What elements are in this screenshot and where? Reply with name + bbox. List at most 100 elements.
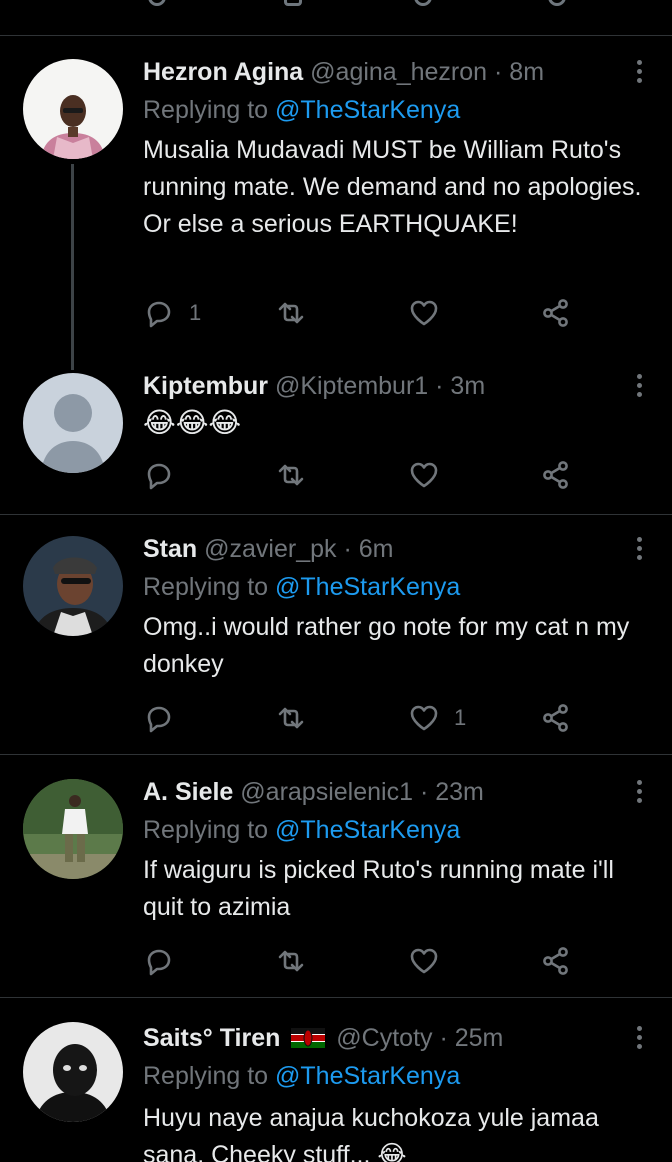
retweet-icon <box>278 464 304 486</box>
like-icon[interactable] <box>414 0 432 6</box>
action-bar: 1 <box>143 701 583 735</box>
mention-link[interactable]: @TheStarKenya <box>275 1062 460 1090</box>
user-handle[interactable]: @Cytoty <box>336 1024 432 1052</box>
avatar[interactable] <box>23 59 123 159</box>
thread-line <box>71 164 74 370</box>
replying-to-label: Replying to <box>143 573 276 601</box>
more-icon[interactable] <box>636 60 642 84</box>
mention-link[interactable]: @TheStarKenya <box>275 573 460 601</box>
like-button[interactable]: 1 <box>408 701 466 735</box>
mention-link[interactable]: @TheStarKenya <box>275 816 460 844</box>
tweet-saits[interactable]: Saits° Tiren @Cytoty · 25m Replying to @… <box>0 1022 672 1162</box>
like-icon <box>410 462 438 488</box>
replying-to-label: Replying to <box>143 816 276 844</box>
tweet-text: Musalia Mudavadi MUST be William Ruto's … <box>143 136 642 238</box>
replying-to-label: Replying to <box>143 96 276 124</box>
timestamp[interactable]: 23m <box>435 778 484 806</box>
share-button[interactable] <box>540 296 572 330</box>
user-handle[interactable]: @Kiptembur1 <box>275 372 428 400</box>
tweet-text: Huyu naye anajua kuchokoza yule jamaa sa… <box>143 1104 599 1162</box>
share-icon <box>543 461 568 489</box>
share-icon <box>543 947 568 975</box>
like-count: 1 <box>454 705 467 730</box>
like-icon <box>410 948 438 974</box>
action-bar: 1 <box>143 296 583 330</box>
retweet-icon <box>278 302 304 324</box>
separator-dot: · <box>435 372 444 400</box>
share-icon <box>543 704 568 732</box>
timestamp[interactable]: 25m <box>455 1024 504 1052</box>
reply-count: 1 <box>189 300 202 325</box>
tweet-header: A. Siele @arapsielenic1 · 23m <box>143 776 484 808</box>
tweet-stan[interactable]: Stan @zavier_pk · 6m Replying to @TheSta… <box>0 533 672 755</box>
tweet-text: If waiguru is picked Ruto's running mate… <box>143 856 614 921</box>
avatar[interactable] <box>23 373 123 473</box>
replying-to: Replying to @TheStarKenya <box>143 1060 460 1092</box>
reply-icon <box>147 949 171 976</box>
reply-button[interactable] <box>143 944 175 978</box>
reply-icon[interactable] <box>148 0 166 6</box>
reply-icon <box>147 301 171 328</box>
avatar[interactable] <box>23 779 123 879</box>
separator-dot: · <box>343 535 352 563</box>
tweet-header: Stan @zavier_pk · 6m <box>143 533 393 565</box>
replying-to: Replying to @TheStarKenya <box>143 814 460 846</box>
retweet-button[interactable] <box>275 701 307 735</box>
tweet-header: Saits° Tiren @Cytoty · 25m <box>143 1022 503 1054</box>
display-name[interactable]: Stan <box>143 535 197 563</box>
retweet-icon <box>278 707 304 729</box>
like-button[interactable] <box>408 296 440 330</box>
retweet-icon <box>278 950 304 972</box>
share-button[interactable] <box>540 458 572 492</box>
display-name[interactable]: Hezron Agina <box>143 58 303 86</box>
display-name[interactable]: A. Siele <box>143 778 233 806</box>
retweet-button[interactable] <box>275 296 307 330</box>
previous-tweet-cutoff <box>0 0 672 36</box>
share-icon[interactable] <box>548 0 566 6</box>
tweet-hezron[interactable]: Hezron Agina @agina_hezron · 8m Replying… <box>0 56 672 370</box>
user-handle[interactable]: @arapsielenic1 <box>240 778 413 806</box>
reply-icon <box>147 706 171 733</box>
like-button[interactable] <box>408 458 440 492</box>
more-icon[interactable] <box>636 1026 642 1050</box>
retweet-button[interactable] <box>275 458 307 492</box>
retweet-icon[interactable] <box>284 0 302 6</box>
action-bar <box>143 458 583 492</box>
share-button[interactable] <box>540 701 572 735</box>
share-icon <box>543 299 568 327</box>
separator-dot: · <box>419 778 429 806</box>
more-icon[interactable] <box>636 780 642 804</box>
tweet-header: Kiptembur @Kiptembur1 · 3m <box>143 370 485 402</box>
avatar[interactable] <box>23 536 123 636</box>
display-name[interactable]: Kiptembur <box>143 372 268 400</box>
reply-button[interactable]: 1 <box>143 296 201 330</box>
retweet-button[interactable] <box>275 944 307 978</box>
user-handle[interactable]: @zavier_pk <box>204 535 336 563</box>
reply-icon <box>147 463 171 490</box>
mention-link[interactable]: @TheStarKenya <box>275 96 460 124</box>
timestamp[interactable]: 6m <box>359 535 394 563</box>
tweet-kiptembur[interactable]: Kiptembur @Kiptembur1 · 3m 😂😂😂 <box>0 370 672 515</box>
action-bar <box>143 944 583 978</box>
reply-button[interactable] <box>143 458 175 492</box>
tweet-text: 😂😂😂 <box>143 407 242 438</box>
like-button[interactable] <box>408 944 440 978</box>
replying-to: Replying to @TheStarKenya <box>143 94 460 126</box>
replying-to: Replying to @TheStarKenya <box>143 571 460 603</box>
avatar[interactable] <box>23 1022 123 1122</box>
timestamp[interactable]: 8m <box>509 58 544 86</box>
tweet-siele[interactable]: A. Siele @arapsielenic1 · 23m Replying t… <box>0 776 672 998</box>
share-button[interactable] <box>540 944 572 978</box>
display-name[interactable]: Saits° Tiren <box>143 1024 280 1052</box>
like-icon <box>410 705 438 731</box>
separator-dot: · <box>439 1024 448 1052</box>
more-icon[interactable] <box>636 537 642 561</box>
reply-button[interactable] <box>143 701 175 735</box>
kenya-flag-icon <box>291 1028 326 1048</box>
separator-dot: · <box>494 58 503 86</box>
like-icon <box>410 300 438 326</box>
user-handle[interactable]: @agina_hezron <box>310 58 487 86</box>
more-icon[interactable] <box>636 374 642 398</box>
timestamp[interactable]: 3m <box>450 372 485 400</box>
tweet-header: Hezron Agina @agina_hezron · 8m <box>143 56 544 88</box>
